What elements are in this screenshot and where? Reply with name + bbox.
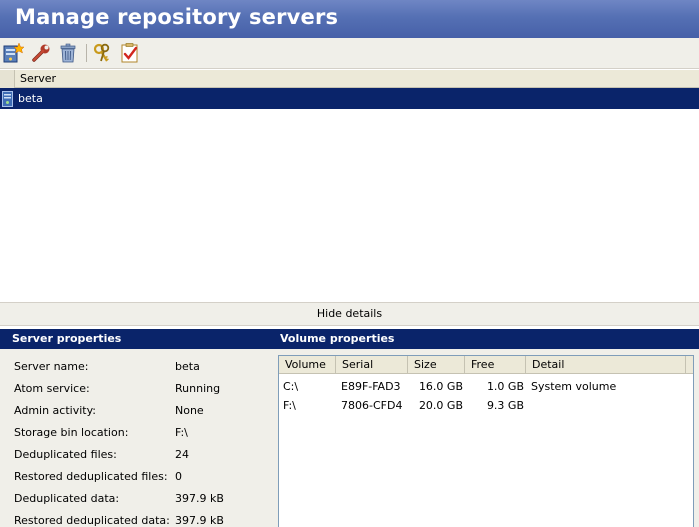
property-row: Deduplicated files: 24 xyxy=(0,444,273,466)
column-header-size[interactable]: Size xyxy=(408,356,465,373)
property-row: Storage bin location: F:\ xyxy=(0,422,273,444)
property-value: F:\ xyxy=(175,426,188,439)
checklist-icon xyxy=(121,43,138,63)
property-label: Atom service: xyxy=(14,382,90,395)
property-value: 24 xyxy=(175,448,189,461)
table-row[interactable]: beta xyxy=(0,88,699,109)
property-value: 397.9 kB xyxy=(175,492,224,505)
delete-button[interactable] xyxy=(57,42,79,64)
list-item[interactable]: F:\ 7806-CFD4 20.0 GB 9.3 GB xyxy=(279,396,693,415)
server-properties-title: Server properties xyxy=(0,329,273,349)
toolbar xyxy=(0,38,699,69)
free-cell: 9.3 GB xyxy=(486,399,524,412)
property-value: 397.9 kB xyxy=(175,514,224,527)
property-value: Running xyxy=(175,382,221,395)
property-value: None xyxy=(175,404,204,417)
hide-details-button[interactable]: Hide details xyxy=(0,302,699,326)
property-row: Deduplicated data: 397.9 kB xyxy=(0,488,273,510)
property-label: Deduplicated files: xyxy=(14,448,117,461)
server-name-cell: beta xyxy=(18,92,43,105)
column-header-volume[interactable]: Volume xyxy=(279,356,336,373)
property-label: Deduplicated data: xyxy=(14,492,120,505)
volume-properties-title: Volume properties xyxy=(273,329,699,349)
add-server-button[interactable] xyxy=(2,42,24,64)
server-properties-panel: Server name: beta Atom service: Running … xyxy=(0,349,273,527)
serial-cell: E89F-FAD3 xyxy=(341,380,401,393)
volume-cell: F:\ xyxy=(283,399,296,412)
volume-list-header: Volume Serial Size Free Detail xyxy=(279,356,693,374)
property-row: Admin activity: None xyxy=(0,400,273,422)
detail-cell xyxy=(526,396,686,415)
property-row: Restored deduplicated data: 397.9 kB xyxy=(0,510,273,527)
property-row: Restored deduplicated files: 0 xyxy=(0,466,273,488)
property-label: Server name: xyxy=(14,360,89,373)
server-row-icon-cell xyxy=(0,88,15,109)
verify-button[interactable] xyxy=(119,42,141,64)
property-value: 0 xyxy=(175,470,182,483)
serial-cell: 7806-CFD4 xyxy=(341,399,403,412)
keys-icon xyxy=(93,43,110,62)
trash-icon xyxy=(60,43,76,63)
property-label: Restored deduplicated files: xyxy=(14,470,168,483)
column-header-detail[interactable]: Detail xyxy=(526,356,686,373)
permissions-button[interactable] xyxy=(92,42,114,64)
volume-properties-panel: Volume Serial Size Free Detail C:\ E89F-… xyxy=(273,349,699,527)
server-grid-header: Server xyxy=(0,70,699,88)
property-label: Admin activity: xyxy=(14,404,97,417)
size-cell: 16.0 GB xyxy=(418,380,463,393)
toolbar-separator xyxy=(86,44,87,62)
configure-button[interactable] xyxy=(30,42,52,64)
property-label: Storage bin location: xyxy=(14,426,129,439)
detail-cell: System volume xyxy=(531,380,617,393)
column-header-server[interactable]: Server xyxy=(15,70,56,87)
add-server-icon xyxy=(3,42,24,63)
size-cell: 20.0 GB xyxy=(418,399,463,412)
free-cell: 1.0 GB xyxy=(486,380,524,393)
property-label: Restored deduplicated data: xyxy=(14,514,170,527)
property-row: Atom service: Running xyxy=(0,378,273,400)
page-title: Manage repository servers xyxy=(0,0,699,38)
column-header-free[interactable]: Free xyxy=(465,356,526,373)
volume-list[interactable]: Volume Serial Size Free Detail C:\ E89F-… xyxy=(278,355,694,527)
property-row: Server name: beta xyxy=(0,356,273,378)
property-value: beta xyxy=(175,360,200,373)
volume-cell: C:\ xyxy=(283,380,299,393)
row-header-corner xyxy=(0,70,15,88)
wrench-icon xyxy=(32,44,50,62)
list-item[interactable]: C:\ E89F-FAD3 16.0 GB 1.0 GB System volu… xyxy=(279,377,693,396)
column-header-serial[interactable]: Serial xyxy=(336,356,408,373)
server-icon xyxy=(2,90,13,107)
server-grid-body[interactable] xyxy=(0,109,699,302)
